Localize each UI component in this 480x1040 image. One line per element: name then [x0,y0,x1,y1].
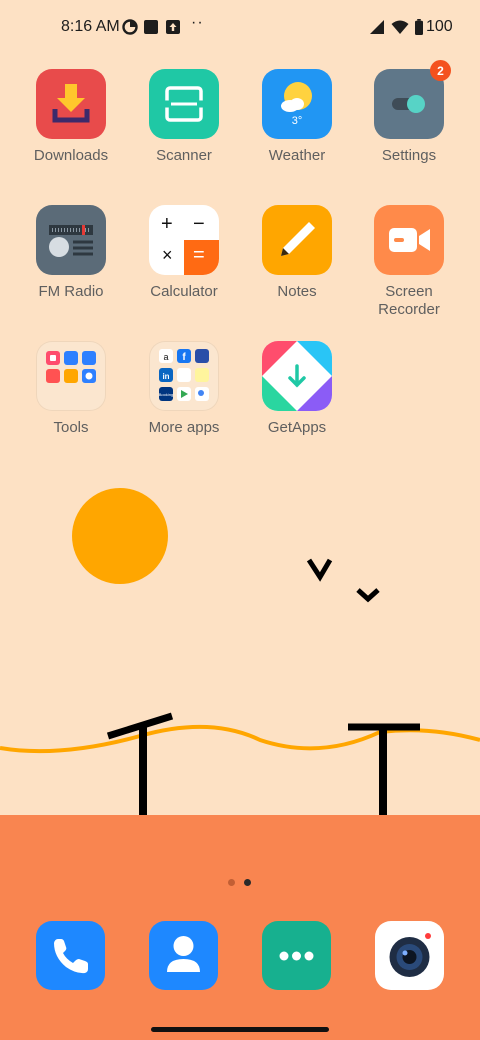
dock-camera[interactable] [375,921,444,990]
message-dots-icon [279,951,314,961]
app-label: Downloads [33,147,109,164]
gesture-navigation-bar[interactable] [151,1027,329,1032]
pencil-icon [262,205,332,275]
linkedin-label: in [162,372,169,381]
app-label: Notes [277,283,317,300]
page-dot-1[interactable] [228,879,235,886]
app-label: Weather [268,147,326,164]
more-notifications-icon: ·· [191,14,204,31]
weather-icon: 3° [262,69,332,139]
signal-icon [370,20,384,34]
status-bar: 8:16 AM ·· 100 [0,0,480,56]
scanner-icon [149,69,219,139]
app-settings[interactable]: 2 Settings [353,60,465,165]
app-label: GetApps [267,419,327,436]
video-camera-icon [374,205,444,275]
upload-icon [166,20,180,34]
dock-messages[interactable] [262,921,331,990]
plus-symbol: + [161,213,173,235]
weather-temperature: 3° [291,115,303,127]
app-label: Tools [53,419,89,436]
notification-badge: 2 [430,60,451,81]
folder-more-apps[interactable]: a f in Booking More apps [128,341,240,437]
minus-symbol: − [193,213,205,235]
bird-1-icon [306,558,333,582]
multiply-symbol: × [162,245,173,265]
app-calculator[interactable]: + − × = Calculator [128,205,240,301]
app-screen-recorder[interactable]: Screen Recorder [353,205,465,319]
amazon-label: a [163,352,168,362]
booking-label: Booking [159,392,173,397]
equals-symbol: = [193,244,205,266]
app-label: Settings [381,147,437,164]
wifi-icon [391,20,409,34]
app-label: More apps [148,419,220,436]
calculator-icon: + − × = [149,205,219,275]
folder-icon [36,341,106,411]
app-downloads[interactable]: Downloads [15,69,127,165]
app-label: FM Radio [38,283,104,300]
page-dot-2-active[interactable] [244,879,251,886]
settings-toggle-icon [374,69,444,139]
battery-percent: 100 [426,18,453,35]
wallpaper-scene [0,558,480,815]
dock-phone[interactable] [36,921,105,990]
app-getapps[interactable]: GetApps [241,341,353,437]
bird-2-icon [356,588,380,603]
app-scanner[interactable]: Scanner [128,69,240,165]
person-icon [167,936,200,972]
folder-tools[interactable]: Tools [15,341,127,437]
getapps-icon [262,341,332,411]
power-wire [0,724,480,754]
radio-icon [36,205,106,275]
phone-icon [54,939,88,974]
app-label: Scanner [156,147,212,164]
battery-icon [415,19,423,35]
dock-contacts[interactable] [149,921,218,990]
download-icon [36,69,106,139]
app-label: Screen Recorder [378,283,440,318]
data-saver-icon [122,19,138,35]
camera-icon [389,933,431,977]
square-notification-icon [144,20,158,34]
app-notes[interactable]: Notes [241,205,353,301]
folder-icon: a f in Booking [149,341,219,411]
app-fm-radio[interactable]: FM Radio [15,205,127,301]
app-weather[interactable]: 3° Weather [241,69,353,165]
app-label: Calculator [150,283,218,300]
status-time: 8:16 AM [61,18,120,35]
